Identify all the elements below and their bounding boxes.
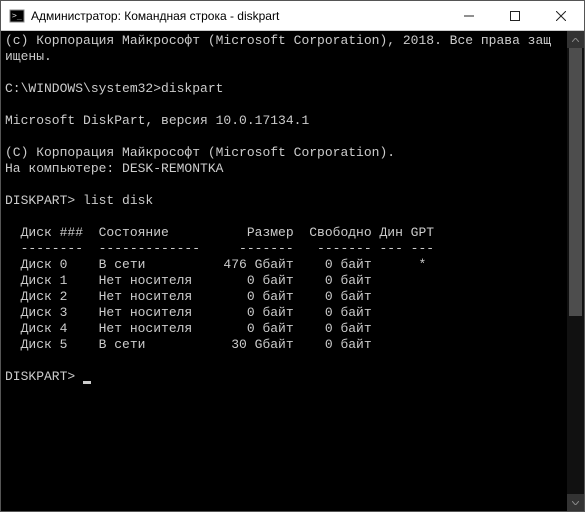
minimize-icon (464, 11, 474, 21)
terminal-line (5, 209, 567, 225)
scrollbar[interactable] (567, 31, 584, 511)
window-title: Администратор: Командная строка - diskpa… (31, 9, 446, 23)
terminal-line: Диск 3 Нет носителя 0 байт 0 байт (5, 305, 567, 321)
close-button[interactable] (538, 1, 584, 30)
close-icon (556, 11, 566, 21)
cmd-icon: >_ (9, 8, 25, 24)
titlebar[interactable]: >_ Администратор: Командная строка - dis… (1, 1, 584, 31)
terminal-line (5, 65, 567, 81)
terminal-line: Диск 4 Нет носителя 0 байт 0 байт (5, 321, 567, 337)
scroll-track[interactable] (567, 48, 584, 494)
window-controls (446, 1, 584, 30)
terminal-line: Диск 0 В сети 476 Gбайт 0 байт * (5, 257, 567, 273)
terminal-line: ищены. (5, 49, 567, 65)
scroll-up-arrow[interactable] (567, 31, 584, 48)
scroll-thumb[interactable] (569, 48, 582, 316)
scroll-down-arrow[interactable] (567, 494, 584, 511)
terminal-line: DISKPART> list disk (5, 193, 567, 209)
cursor (83, 381, 91, 384)
terminal-line (5, 97, 567, 113)
terminal-line: Диск 5 В сети 30 Gбайт 0 байт (5, 337, 567, 353)
maximize-icon (510, 11, 520, 21)
terminal-line: -------- ------------- ------- ------- -… (5, 241, 567, 257)
terminal-line: (с) Корпорация Майкрософт (Microsoft Cor… (5, 33, 567, 49)
terminal-line: Диск ### Состояние Размер Свободно Дин G… (5, 225, 567, 241)
terminal-line: На компьютере: DESK-REMONTKA (5, 161, 567, 177)
terminal-line: Диск 2 Нет носителя 0 байт 0 байт (5, 289, 567, 305)
chevron-down-icon (572, 501, 579, 505)
terminal-line: C:\WINDOWS\system32>diskpart (5, 81, 567, 97)
minimize-button[interactable] (446, 1, 492, 30)
terminal-line: Microsoft DiskPart, версия 10.0.17134.1 (5, 113, 567, 129)
terminal-line (5, 353, 567, 369)
terminal-line (5, 177, 567, 193)
prompt-text: DISKPART> (5, 369, 83, 384)
terminal-prompt[interactable]: DISKPART> (5, 369, 567, 385)
cmd-window: >_ Администратор: Командная строка - dis… (0, 0, 585, 512)
terminal-line (5, 129, 567, 145)
terminal-line: (C) Корпорация Майкрософт (Microsoft Cor… (5, 145, 567, 161)
maximize-button[interactable] (492, 1, 538, 30)
terminal-body: (с) Корпорация Майкрософт (Microsoft Cor… (1, 31, 584, 511)
chevron-up-icon (572, 38, 579, 42)
terminal-output[interactable]: (с) Корпорация Майкрософт (Microsoft Cor… (1, 31, 567, 511)
terminal-line: Диск 1 Нет носителя 0 байт 0 байт (5, 273, 567, 289)
svg-text:>_: >_ (12, 11, 22, 20)
